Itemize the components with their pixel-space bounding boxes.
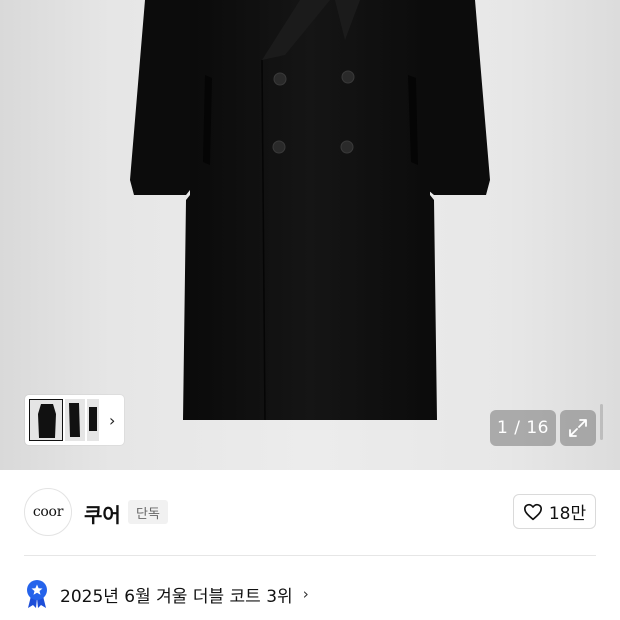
heart-icon (523, 503, 542, 520)
ranking-link[interactable]: 2025년 6월 겨울 더블 코트 3위 › (24, 578, 309, 610)
scroll-indicator (600, 404, 603, 440)
expand-icon (569, 419, 587, 437)
thumbnail-coat-side[interactable] (65, 399, 85, 441)
thumbnail-coat-front[interactable] (29, 399, 63, 441)
brand-name[interactable]: 쿠어 (84, 499, 121, 528)
product-image[interactable]: › 1 / 16 (0, 0, 620, 470)
image-page-counter: 1 / 16 (490, 410, 556, 446)
chevron-right-icon[interactable]: › (109, 411, 115, 430)
ranking-text: 2025년 6월 겨울 더블 코트 3위 (60, 586, 293, 607)
chevron-right-icon: › (302, 585, 309, 603)
ribbon-star-icon (27, 580, 47, 608)
brand-logo-text: coor (32, 504, 64, 520)
thumbnail-strip[interactable]: › (25, 395, 124, 445)
divider (24, 555, 596, 556)
expand-button[interactable] (560, 410, 596, 446)
like-count: 18만 (548, 504, 587, 524)
brand-logo[interactable]: coor (24, 488, 72, 536)
exclusive-badge: 단독 (128, 500, 168, 524)
like-button[interactable]: 18만 (513, 494, 596, 529)
thumbnail-coat-back[interactable] (87, 399, 99, 441)
brand-row: coor 쿠어 단독 18만 (0, 470, 620, 556)
